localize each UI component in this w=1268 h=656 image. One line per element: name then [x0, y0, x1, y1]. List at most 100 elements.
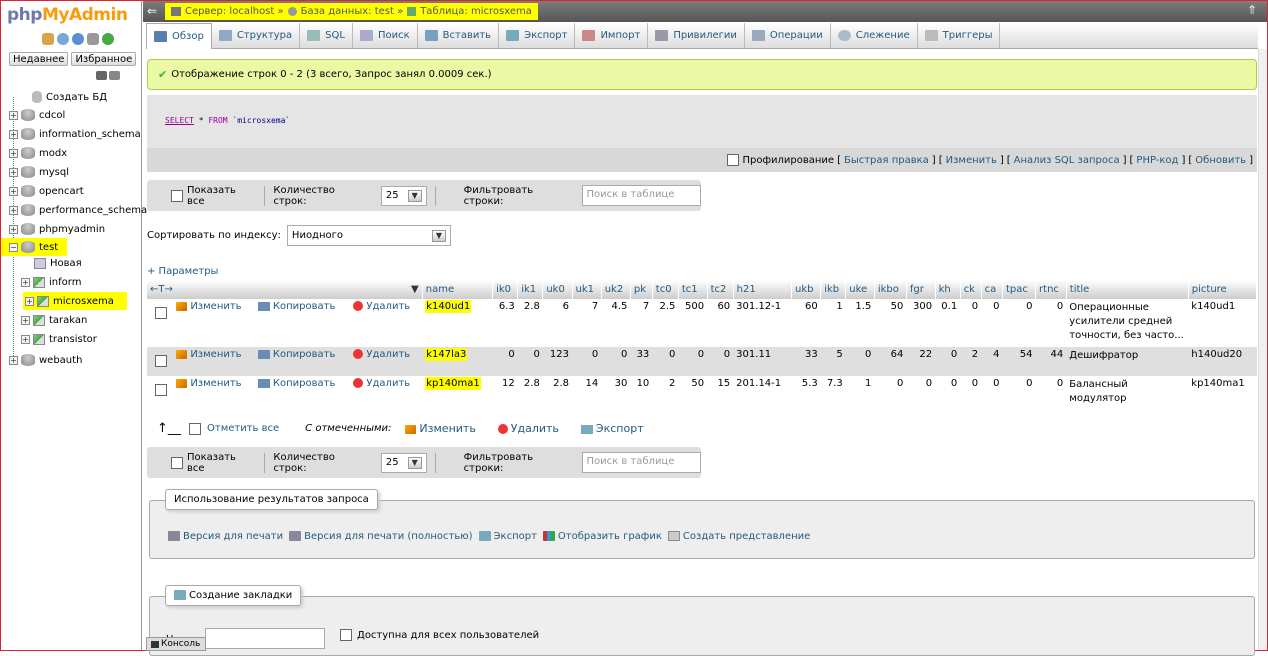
tab-sql[interactable]: SQL	[300, 23, 353, 48]
row-delete-cell[interactable]: Удалить	[350, 299, 423, 347]
table-cell[interactable]: 0	[517, 347, 543, 376]
table-row[interactable]: Изменить Копировать Удалить k140ud1 6.3 2.8 6 7…	[147, 299, 1257, 347]
print-view-full-link[interactable]: Версия для печати (полностью)	[289, 531, 473, 542]
console-toggle[interactable]: Консоль	[146, 637, 206, 651]
column-header[interactable]: h21	[733, 280, 793, 299]
table-cell[interactable]: 7.3	[820, 376, 846, 408]
table-cell[interactable]: 0	[678, 347, 708, 376]
tree-item-performance-schema[interactable]: + performance_schema	[1, 201, 147, 219]
table-cell[interactable]: 2.5	[652, 299, 679, 347]
column-header[interactable]: name	[422, 280, 494, 299]
table-cell[interactable]: 123	[542, 347, 573, 376]
table-cell[interactable]: 0.1	[935, 299, 961, 347]
breadcrumb-table[interactable]: Таблица: microsxema	[420, 6, 532, 17]
row-edit-link[interactable]: Изменить	[176, 349, 242, 360]
table-cell[interactable]: 0	[1002, 299, 1036, 347]
row-edit-cell[interactable]: Изменить	[173, 299, 255, 347]
table-cell[interactable]: 30	[601, 376, 631, 408]
table-cell[interactable]: 1	[820, 299, 846, 347]
tree-item-transistor[interactable]: + transistor	[13, 330, 97, 348]
table-cell[interactable]: 2.8	[517, 376, 543, 408]
row-edit-link[interactable]: Изменить	[176, 378, 242, 389]
row-copy-cell[interactable]: Копировать	[254, 376, 351, 408]
table-cell[interactable]: 33	[791, 347, 821, 376]
column-header[interactable]: rtnc	[1035, 280, 1067, 299]
maximize-icon[interactable]: ⇑	[1247, 3, 1257, 17]
tab-tracking[interactable]: Слежение	[831, 23, 918, 48]
phpmyadmin-logo[interactable]: phpMyAdmin	[7, 5, 128, 25]
table-cell[interactable]: kp140ma1	[422, 376, 493, 408]
table-cell[interactable]: 500	[678, 299, 708, 347]
show-all-checkbox[interactable]	[171, 189, 183, 202]
row-copy-link[interactable]: Копировать	[257, 378, 335, 389]
print-view-link[interactable]: Версия для печати	[168, 531, 283, 542]
table-cell[interactable]: 0	[935, 376, 961, 408]
row-copy-cell[interactable]: Копировать	[254, 299, 351, 347]
with-selected-delete[interactable]: Удалить	[497, 422, 559, 435]
table-cell[interactable]: 0	[652, 347, 679, 376]
row-copy-link[interactable]: Копировать	[257, 349, 335, 360]
column-header[interactable]: ck	[960, 280, 982, 299]
table-cell[interactable]: 0	[601, 347, 631, 376]
table-cell[interactable]: 33	[630, 347, 653, 376]
tree-item-phpmyadmin[interactable]: + phpmyadmin	[1, 220, 105, 238]
table-cell[interactable]: 0	[1035, 376, 1067, 408]
row-select-cell[interactable]	[147, 376, 174, 408]
table-cell[interactable]: 0	[1002, 376, 1036, 408]
row-edit-link[interactable]: Изменить	[176, 301, 242, 312]
tree-item-cdcol[interactable]: + cdcol	[1, 106, 65, 124]
recent-button[interactable]: Недавнее	[9, 52, 69, 66]
table-cell[interactable]: 4.5	[601, 299, 631, 347]
column-header[interactable]: uk1	[572, 280, 602, 299]
tab-export[interactable]: Экспорт	[499, 23, 576, 48]
tree-item-webauth[interactable]: + webauth	[1, 351, 82, 369]
tab-browse[interactable]: Обзор	[146, 23, 212, 49]
table-cell[interactable]: 1	[845, 376, 875, 408]
column-header[interactable]: tc1	[678, 280, 708, 299]
vertical-scrollbar[interactable]	[1258, 49, 1267, 650]
bookmark-label-input[interactable]	[205, 628, 325, 649]
table-cell[interactable]: 0	[492, 347, 518, 376]
breadcrumb-database[interactable]: База данных: test »	[301, 6, 404, 17]
column-header[interactable]: uke	[845, 280, 875, 299]
row-copy-link[interactable]: Копировать	[257, 301, 335, 312]
table-cell[interactable]: 12	[492, 376, 518, 408]
table-cell[interactable]: 301.11	[733, 347, 792, 376]
table-cell[interactable]: 15	[707, 376, 734, 408]
column-header[interactable]: ik0	[492, 280, 519, 299]
table-cell[interactable]: 60	[707, 299, 734, 347]
tree-item-table-0[interactable]: +microsxemainform	[13, 273, 81, 291]
public-bookmark-checkbox[interactable]	[340, 629, 352, 641]
sort-by-index-select[interactable]: Ниодного ▼	[286, 225, 451, 246]
table-cell[interactable]: 6	[542, 299, 573, 347]
inline-edit-link[interactable]: Быстрая правка	[844, 155, 929, 166]
profiling-checkbox[interactable]	[727, 154, 740, 166]
row-delete-link[interactable]: Удалить	[353, 349, 410, 360]
edit-query-link[interactable]: Изменить	[946, 155, 997, 166]
tree-item-microsxema[interactable]: + microsxema	[23, 292, 127, 310]
table-cell[interactable]: 0	[960, 299, 982, 347]
row-edit-cell[interactable]: Изменить	[173, 347, 255, 376]
table-cell[interactable]: 300	[906, 299, 936, 347]
row-checkbox[interactable]	[155, 307, 167, 319]
column-header[interactable]: pk	[630, 280, 653, 299]
tree-item-tarakan[interactable]: + tarakan	[13, 311, 87, 329]
table-cell[interactable]: 44	[1035, 347, 1067, 376]
table-cell[interactable]: 50	[874, 299, 907, 347]
table-cell[interactable]: 0	[981, 376, 1003, 408]
docs-icon[interactable]	[72, 33, 84, 45]
tree-item-modx[interactable]: + modx	[1, 144, 67, 162]
tree-item-information-schema[interactable]: + information_schema	[1, 125, 141, 143]
column-header[interactable]: ik1	[517, 280, 544, 299]
filter-rows-input[interactable]: Поиск в таблице	[581, 185, 702, 206]
tab-operations[interactable]: Операции	[745, 23, 831, 48]
analyze-sql-link[interactable]: Анализ SQL запроса	[1014, 155, 1120, 166]
table-cell[interactable]: 60	[791, 299, 821, 347]
table-cell[interactable]: 22	[906, 347, 936, 376]
table-cell[interactable]: 54	[1002, 347, 1036, 376]
logout-icon[interactable]	[57, 33, 69, 45]
table-cell[interactable]: 0	[906, 376, 936, 408]
tab-import[interactable]: Импорт	[575, 23, 649, 48]
export-link[interactable]: Экспорт	[478, 531, 537, 542]
table-cell[interactable]: kp140ma1	[1188, 376, 1257, 408]
